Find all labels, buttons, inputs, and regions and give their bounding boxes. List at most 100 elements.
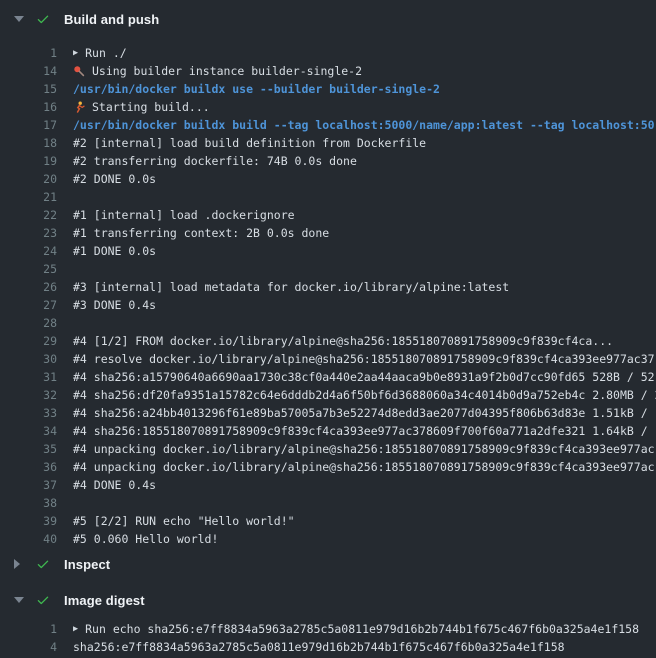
line-number[interactable]: 37 bbox=[0, 476, 57, 494]
line-number[interactable]: 33 bbox=[0, 404, 57, 422]
log-text-value: #4 sha256:a15790640a6690aa1730c38cf0a440… bbox=[73, 368, 655, 386]
line-number[interactable]: 15 bbox=[0, 80, 57, 98]
log-text: #4 [1/2] FROM docker.io/library/alpine@s… bbox=[57, 332, 656, 350]
log-line: 31 #4 sha256:a15790640a6690aa1730c38cf0a4… bbox=[0, 368, 656, 386]
log-text: #1 DONE 0.0s bbox=[57, 242, 656, 260]
log-text-value: /usr/bin/docker buildx use --builder bui… bbox=[73, 80, 440, 98]
log-text: #4 resolve docker.io/library/alpine@sha2… bbox=[57, 350, 656, 368]
line-number[interactable]: 24 bbox=[0, 242, 57, 260]
log-section-image-digest: Image digest1▶Run echo sha256:e7ff8834a5… bbox=[0, 588, 656, 656]
log-text: #1 [internal] load .dockerignore bbox=[57, 206, 656, 224]
log-line: 27 #3 DONE 0.4s bbox=[0, 296, 656, 314]
line-number[interactable]: 17 bbox=[0, 116, 57, 134]
log-line: 4 sha256:e7ff8834a5963a2785c5a0811e979d16… bbox=[0, 638, 656, 656]
log-text: #3 DONE 0.4s bbox=[57, 296, 656, 314]
log-text bbox=[57, 260, 656, 278]
log-text: ▶ Run ./ bbox=[57, 44, 656, 62]
log-text-value: #1 [internal] load .dockerignore bbox=[73, 206, 295, 224]
log-line: 1▶Run echo sha256:e7ff8834a5963a2785c5a0… bbox=[0, 620, 656, 638]
log-text-value: #4 sha256:185518070891758909c9f839cf4ca3… bbox=[73, 422, 656, 440]
log-line: 21 bbox=[0, 188, 656, 206]
line-number[interactable]: 29 bbox=[0, 332, 57, 350]
log-text: sha256:e7ff8834a5963a2785c5a0811e979d16b… bbox=[57, 638, 656, 656]
line-number[interactable]: 14 bbox=[0, 62, 57, 80]
play-icon[interactable]: ▶ bbox=[73, 620, 78, 638]
line-number[interactable]: 26 bbox=[0, 278, 57, 296]
workflow-log: Build and push1▶Run ./14Using builder in… bbox=[0, 0, 656, 658]
line-number[interactable]: 22 bbox=[0, 206, 57, 224]
line-number[interactable]: 35 bbox=[0, 440, 57, 458]
line-number[interactable]: 4 bbox=[0, 638, 57, 656]
line-number[interactable]: 30 bbox=[0, 350, 57, 368]
section-header-inspect[interactable]: Inspect bbox=[0, 552, 656, 576]
line-number[interactable]: 34 bbox=[0, 422, 57, 440]
log-text-value: Run ./ bbox=[85, 44, 127, 62]
line-number[interactable]: 25 bbox=[0, 260, 57, 278]
log-line: 15/usr/bin/docker buildx use --builder b… bbox=[0, 80, 656, 98]
chevron-right-icon bbox=[14, 559, 20, 569]
log-text-value: #4 sha256:a24bb4013296f61e89ba57005a7b3e… bbox=[73, 404, 656, 422]
line-number[interactable]: 18 bbox=[0, 134, 57, 152]
log-text-value: #2 [internal] load build definition from… bbox=[73, 134, 426, 152]
log-line: 1 ▶ Run ./ bbox=[0, 44, 656, 62]
log-line: 22 #1 [internal] load .dockerignore bbox=[0, 206, 656, 224]
line-number[interactable]: 16 bbox=[0, 98, 57, 116]
section-header-build-and-push[interactable]: Build and push bbox=[0, 0, 656, 38]
log-text: #5 0.060 Hello world! bbox=[57, 530, 656, 548]
line-number[interactable]: 21 bbox=[0, 188, 57, 206]
log-text: #4 unpacking docker.io/library/alpine@sh… bbox=[57, 458, 656, 476]
log-text: #4 sha256:a24bb4013296f61e89ba57005a7b3e… bbox=[57, 404, 656, 422]
chevron-down-icon[interactable] bbox=[14, 16, 24, 22]
section-log-lines: 1▶Run echo sha256:e7ff8834a5963a2785c5a0… bbox=[0, 612, 656, 656]
line-number[interactable]: 23 bbox=[0, 224, 57, 242]
line-number[interactable]: 1 bbox=[0, 620, 57, 638]
runner-icon bbox=[73, 101, 85, 113]
log-line: 17/usr/bin/docker buildx build --tag loc… bbox=[0, 116, 656, 134]
section-title: Image digest bbox=[64, 593, 145, 608]
log-line: 28 bbox=[0, 314, 656, 332]
chevron-right-icon[interactable] bbox=[14, 559, 24, 569]
log-text: #2 [internal] load build definition from… bbox=[57, 134, 656, 152]
log-text: #5 [2/2] RUN echo "Hello world!" bbox=[57, 512, 656, 530]
log-line: 36#4 unpacking docker.io/library/alpine@… bbox=[0, 458, 656, 476]
log-text bbox=[57, 314, 656, 332]
log-text-value: #4 resolve docker.io/library/alpine@sha2… bbox=[73, 350, 655, 368]
log-section-inspect: Inspect bbox=[0, 552, 656, 576]
line-number[interactable]: 28 bbox=[0, 314, 57, 332]
log-line: 25 bbox=[0, 260, 656, 278]
log-section-build-and-push: Build and push1▶Run ./14Using builder in… bbox=[0, 0, 656, 548]
log-line: 16Starting build... bbox=[0, 98, 656, 116]
log-text bbox=[57, 494, 656, 512]
section-header-image-digest[interactable]: Image digest bbox=[0, 588, 656, 612]
log-text: #2 transferring dockerfile: 74B 0.0s don… bbox=[57, 152, 656, 170]
log-text: #4 sha256:185518070891758909c9f839cf4ca3… bbox=[57, 422, 656, 440]
chevron-down-icon bbox=[14, 597, 24, 603]
line-number[interactable]: 20 bbox=[0, 170, 57, 188]
log-text-value: sha256:e7ff8834a5963a2785c5a0811e979d16b… bbox=[73, 638, 565, 656]
log-line: 39#5 [2/2] RUN echo "Hello world!" bbox=[0, 512, 656, 530]
line-number[interactable]: 19 bbox=[0, 152, 57, 170]
log-text: #4 sha256:a15790640a6690aa1730c38cf0a440… bbox=[57, 368, 656, 386]
log-text: #4 unpacking docker.io/library/alpine@sh… bbox=[57, 440, 656, 458]
log-line: 34 #4 sha256:185518070891758909c9f839cf4c… bbox=[0, 422, 656, 440]
line-number[interactable]: 27 bbox=[0, 296, 57, 314]
line-number[interactable]: 31 bbox=[0, 368, 57, 386]
log-line: 24 #1 DONE 0.0s bbox=[0, 242, 656, 260]
line-number[interactable]: 32 bbox=[0, 386, 57, 404]
play-icon[interactable]: ▶ bbox=[73, 44, 78, 62]
log-text-value: #2 DONE 0.0s bbox=[73, 170, 156, 188]
log-line: 26#3 [internal] load metadata for docker… bbox=[0, 278, 656, 296]
log-text bbox=[57, 188, 656, 206]
check-icon bbox=[36, 557, 50, 571]
section-log-lines: 1▶Run ./14Using builder instance builder… bbox=[0, 38, 656, 548]
line-number[interactable]: 40 bbox=[0, 530, 57, 548]
log-text-value: #3 DONE 0.4s bbox=[73, 296, 156, 314]
line-number[interactable]: 36 bbox=[0, 458, 57, 476]
log-text-value: #4 DONE 0.4s bbox=[73, 476, 156, 494]
line-number[interactable]: 1 bbox=[0, 44, 57, 62]
log-line: 19#2 transferring dockerfile: 74B 0.0s d… bbox=[0, 152, 656, 170]
chevron-down-icon[interactable] bbox=[14, 597, 24, 603]
line-number[interactable]: 38 bbox=[0, 494, 57, 512]
log-text-value: #1 DONE 0.0s bbox=[73, 242, 156, 260]
line-number[interactable]: 39 bbox=[0, 512, 57, 530]
